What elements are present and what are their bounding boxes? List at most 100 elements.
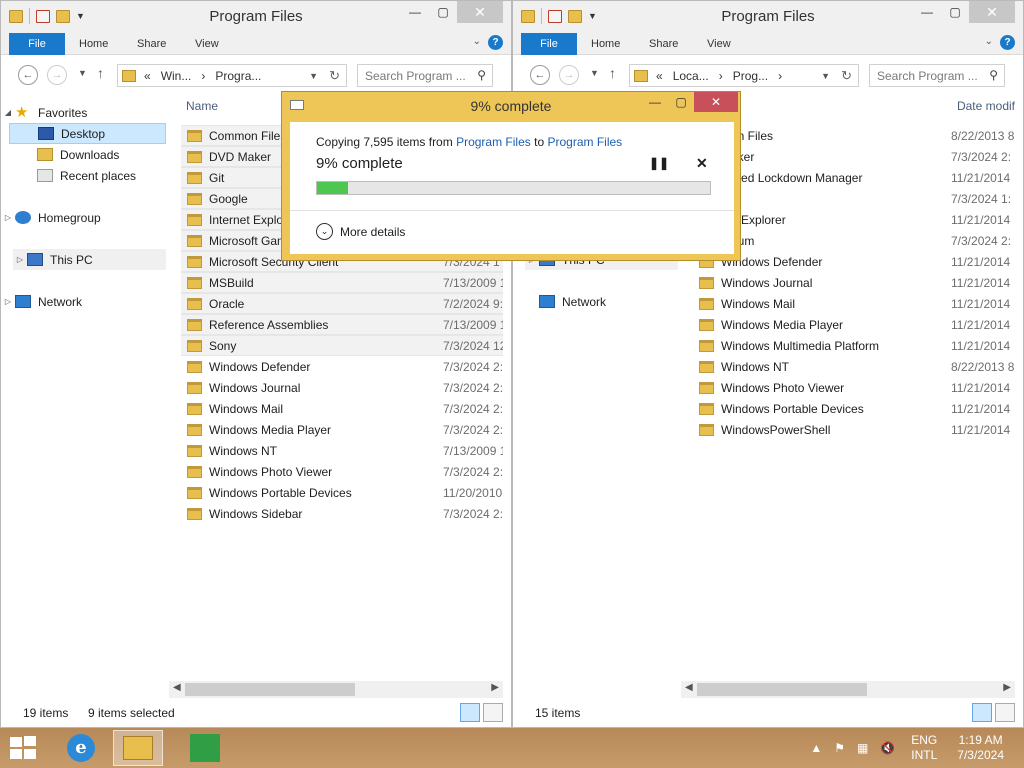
file-row[interactable]: net Explorer 11/21/2014	[693, 209, 1015, 230]
file-row[interactable]: Windows Multimedia Platform 11/21/2014	[693, 335, 1015, 356]
nav-homegroup[interactable]: ▷ Homegroup	[1, 207, 101, 228]
scroll-left-icon[interactable]: ◀	[173, 682, 181, 693]
expand-arrow-icon[interactable]: ◢	[1, 108, 15, 117]
input-language[interactable]: ENG INTL	[911, 733, 937, 763]
file-row[interactable]: Reference Assemblies 7/13/2009 1	[181, 314, 503, 335]
forward-button[interactable]: →	[47, 65, 67, 85]
address-bar[interactable]: « Loca... › Prog... › ▼ ↻	[629, 64, 859, 87]
scrollbar-thumb[interactable]	[697, 683, 867, 696]
file-row[interactable]: Windows Media Player 7/3/2024 2:	[181, 419, 503, 440]
file-row[interactable]: Oracle 7/2/2024 9:	[181, 293, 503, 314]
source-link[interactable]: Program Files	[456, 135, 531, 149]
close-button[interactable]: ✕	[457, 1, 503, 23]
forward-button[interactable]: →	[559, 65, 579, 85]
horizontal-scrollbar[interactable]: ◀ ▶	[681, 681, 1015, 698]
expand-arrow-icon[interactable]	[525, 297, 539, 306]
expand-ribbon-icon[interactable]: ⌄	[985, 36, 993, 47]
help-icon[interactable]: ?	[488, 35, 503, 50]
chevron-down-icon[interactable]: ▼	[309, 71, 318, 81]
column-name[interactable]: Name	[186, 99, 218, 113]
tab-view[interactable]: View	[195, 34, 219, 55]
expand-ribbon-icon[interactable]: ⌄	[473, 36, 481, 47]
nav-network[interactable]: ▷ Network	[1, 291, 82, 312]
breadcrumb-item[interactable]: Progra...	[215, 69, 261, 83]
details-view-button[interactable]	[972, 703, 992, 722]
breadcrumb-separator[interactable]: ›	[778, 69, 782, 83]
network-status-icon[interactable]: ▦	[857, 741, 868, 755]
expand-arrow-icon[interactable]: ▷	[1, 213, 15, 222]
file-row[interactable]: Windows Mail 11/21/2014	[693, 293, 1015, 314]
scroll-right-icon[interactable]: ▶	[491, 682, 499, 693]
recent-locations-icon[interactable]: ▼	[590, 68, 599, 78]
destination-link[interactable]: Program Files	[547, 135, 622, 149]
breadcrumb-separator[interactable]: ›	[719, 69, 723, 83]
breadcrumb-item[interactable]: Loca...	[673, 69, 709, 83]
nav-downloads[interactable]: Downloads	[37, 144, 119, 165]
nav-network[interactable]: Network	[525, 291, 606, 312]
back-button[interactable]: ←	[18, 65, 38, 85]
minimize-button[interactable]: —	[913, 1, 941, 23]
back-button[interactable]: ←	[530, 65, 550, 85]
nav-this-pc[interactable]: ▷ This PC	[13, 249, 166, 270]
file-row[interactable]: Sony 7/3/2024 12	[181, 335, 503, 356]
expand-arrow-icon[interactable]: ▷	[13, 255, 27, 264]
file-row[interactable]: MSBuild 7/13/2009 1	[181, 272, 503, 293]
file-row[interactable]: Windows Journal 11/21/2014	[693, 272, 1015, 293]
more-details-button[interactable]: ⌄ More details	[316, 223, 405, 240]
search-icon[interactable]: ⚲	[989, 68, 998, 82]
file-row[interactable]: mon Files 8/22/2013 8	[693, 125, 1015, 146]
title-bar[interactable]: ▼ Program Files — ▢ ✕	[1, 1, 511, 31]
tab-share[interactable]: Share	[137, 34, 166, 55]
file-row[interactable]: edded Lockdown Manager 11/21/2014	[693, 167, 1015, 188]
pause-button[interactable]: ❚❚	[649, 156, 669, 170]
chevron-down-icon[interactable]: ▼	[821, 71, 830, 81]
address-bar[interactable]: « Win... › Progra... ▼ ↻	[117, 64, 347, 87]
file-row[interactable]: Windows NT 7/13/2009 1	[181, 440, 503, 461]
help-icon[interactable]: ?	[1000, 35, 1015, 50]
scroll-right-icon[interactable]: ▶	[1003, 682, 1011, 693]
close-button[interactable]: ✕	[969, 1, 1015, 23]
action-center-flag-icon[interactable]: ⚑	[834, 741, 845, 755]
breadcrumb-overflow[interactable]: «	[656, 69, 663, 83]
file-row[interactable]: Windows Portable Devices 11/21/2014	[693, 398, 1015, 419]
expand-arrow-icon[interactable]: ▷	[1, 297, 15, 306]
cancel-button[interactable]: ✕	[696, 155, 708, 172]
breadcrumb-overflow[interactable]: «	[144, 69, 151, 83]
column-date-modified[interactable]: Date modif	[957, 99, 1015, 113]
file-row[interactable]: Windows Photo Viewer 11/21/2014	[693, 377, 1015, 398]
file-row[interactable]: Windows Photo Viewer 7/3/2024 2:	[181, 461, 503, 482]
taskbar-store[interactable]	[180, 730, 230, 766]
nav-recent-places[interactable]: Recent places	[37, 165, 136, 186]
file-row[interactable]: Windows Sidebar 7/3/2024 2:	[181, 503, 503, 524]
tab-home[interactable]: Home	[591, 34, 620, 55]
title-bar[interactable]: ▼ Program Files — ▢ ✕	[513, 1, 1023, 31]
search-icon[interactable]: ⚲	[477, 68, 486, 82]
breadcrumb-item[interactable]: Win...	[161, 69, 192, 83]
file-row[interactable]: Maker7/3/2024 2:	[693, 146, 1015, 167]
search-input[interactable]: Search Program ... ⚲	[357, 64, 493, 87]
nav-desktop[interactable]: Desktop	[9, 123, 166, 144]
horizontal-scrollbar[interactable]: ◀ ▶	[169, 681, 503, 698]
file-row[interactable]: Windows Mail 7/3/2024 2:	[181, 398, 503, 419]
tab-file[interactable]: File	[9, 33, 65, 55]
file-row[interactable]: Windows Defender 7/3/2024 2:	[181, 356, 503, 377]
maximize-button[interactable]: ▢	[429, 1, 457, 23]
taskbar-file-explorer[interactable]	[113, 730, 163, 766]
start-button[interactable]	[10, 736, 38, 760]
maximize-button[interactable]: ▢	[668, 92, 694, 112]
tab-view[interactable]: View	[707, 34, 731, 55]
tab-home[interactable]: Home	[79, 34, 108, 55]
scroll-left-icon[interactable]: ◀	[685, 682, 693, 693]
large-icons-view-button[interactable]	[995, 703, 1015, 722]
close-button[interactable]: ✕	[694, 92, 738, 112]
file-row[interactable]: Windows Journal 7/3/2024 2:	[181, 377, 503, 398]
file-row[interactable]: Windows NT 8/22/2013 8	[693, 356, 1015, 377]
file-row[interactable]: 7/3/2024 1:	[693, 188, 1015, 209]
file-row[interactable]: Windows Defender 11/21/2014	[693, 251, 1015, 272]
minimize-button[interactable]: —	[642, 92, 668, 112]
file-row[interactable]: rmium7/3/2024 2:	[693, 230, 1015, 251]
nav-favorites[interactable]: ◢ ★ Favorites	[1, 102, 166, 123]
search-input[interactable]: Search Program ... ⚲	[869, 64, 1005, 87]
up-button[interactable]: ↑	[97, 65, 104, 81]
refresh-icon[interactable]: ↻	[841, 68, 852, 84]
